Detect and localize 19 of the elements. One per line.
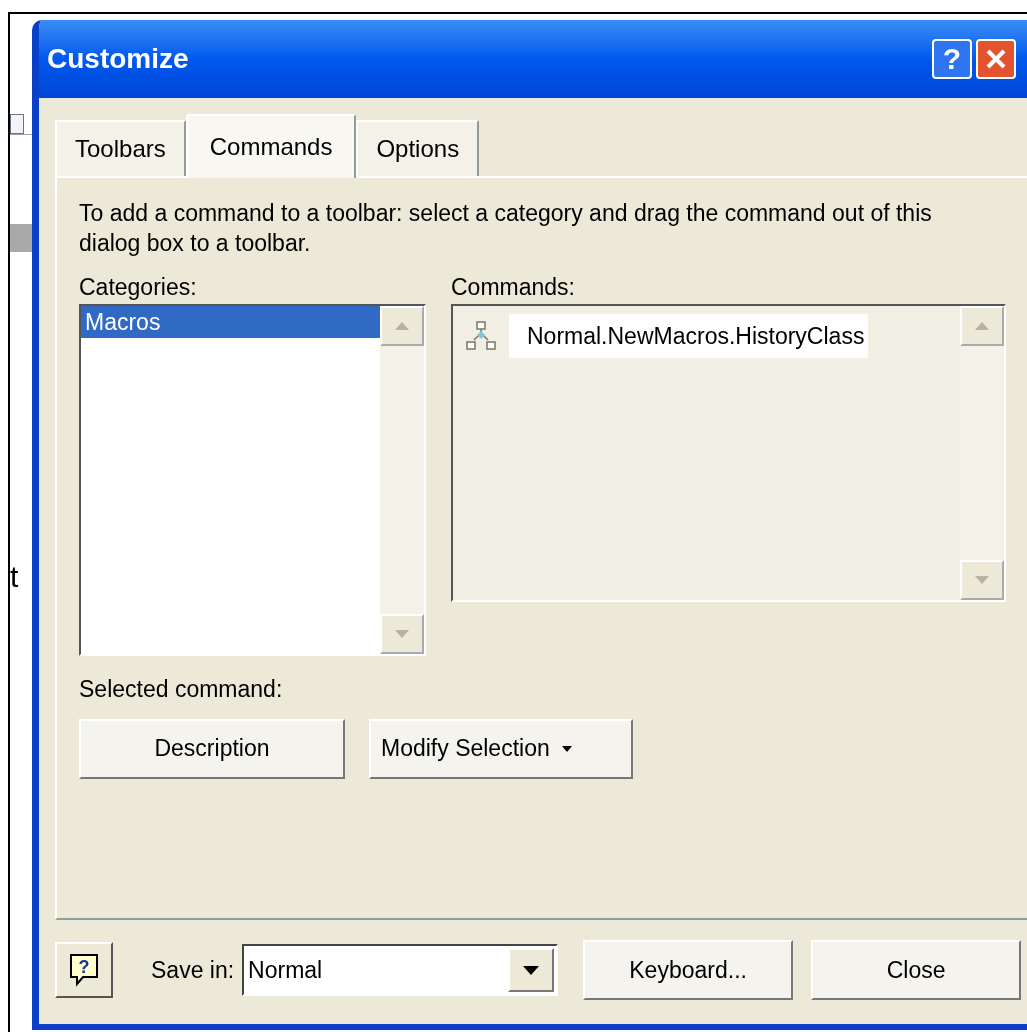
save-in-dropdown[interactable]: Normal	[242, 944, 559, 996]
description-button[interactable]: Description	[79, 718, 345, 779]
instruction-text: To add a command to a toolbar: select a category and drag the command out of this dialog box to a toolbar.	[79, 199, 933, 258]
close-button[interactable]: Close	[811, 940, 1022, 1000]
help-button[interactable]: ?	[55, 942, 113, 998]
save-in-label: Save in:	[151, 955, 235, 985]
commands-label: Commands:	[451, 273, 576, 302]
category-item[interactable]: Macros	[81, 306, 380, 338]
keyboard-button[interactable]: Keyboard...	[583, 940, 794, 1000]
tab[interactable]: Commands	[185, 114, 357, 178]
help-button[interactable]: ?	[932, 39, 972, 79]
tab[interactable]: Options	[356, 120, 480, 176]
modify-selection-button[interactable]: Modify Selection	[369, 718, 633, 779]
document-text: t	[10, 562, 19, 592]
window-title: Customize	[47, 42, 190, 76]
categories-label: Categories:	[79, 273, 198, 302]
selected-command-label: Selected command:	[79, 675, 284, 704]
tab[interactable]: Toolbars	[55, 120, 186, 176]
help-bubble-icon: ?	[69, 953, 99, 987]
